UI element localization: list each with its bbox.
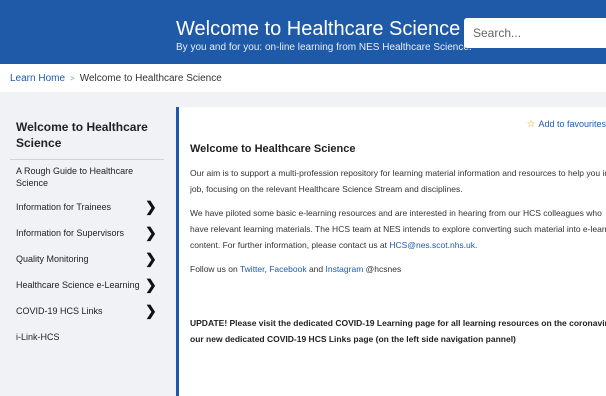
update-notice: UPDATE! Please visit the dedicated COVID…: [190, 315, 606, 347]
site-header: Welcome to Healthcare Science By you and…: [0, 0, 606, 64]
paragraph-line: We have piloted some basic e-learning re…: [190, 208, 602, 218]
sidebar-item-trainees[interactable]: Information for Trainees ❯: [10, 194, 164, 220]
paragraph-line: our new dedicated COVID-19 HCS Links pag…: [190, 334, 516, 344]
twitter-link[interactable]: Twitter: [240, 264, 265, 274]
period-text: .: [475, 240, 478, 250]
star-icon: ☆: [526, 119, 536, 130]
follow-paragraph: Follow us on Twitter, Facebook and Insta…: [190, 261, 401, 277]
chevron-right-icon[interactable]: ❯: [145, 277, 157, 294]
chevron-right-icon[interactable]: ❯: [145, 225, 157, 242]
search-placeholder: Search...: [473, 26, 522, 40]
paragraph-line: have relevant learning materials. The HC…: [190, 224, 606, 234]
site-subtitle: By you and for you: on-line learning fro…: [176, 42, 472, 53]
add-to-favourites-link[interactable]: ☆ Add to favourites: [526, 119, 606, 130]
contact-text: content. For further information, please…: [190, 240, 390, 250]
email-link[interactable]: HCS@nes.scot.nhs.uk: [389, 240, 475, 250]
main-content: ☆ Add to favourites Welcome to Healthcare…: [176, 107, 606, 396]
intro-paragraph: Our aim is to support a multi-profession…: [190, 165, 606, 197]
and-text: and: [306, 264, 326, 274]
breadcrumb-current: Welcome to Healthcare Science: [79, 73, 222, 84]
facebook-link[interactable]: Facebook: [269, 264, 306, 274]
sidebar-item-label: i-Link-HCS: [16, 332, 60, 342]
sidebar-item-label: A Rough Guide to Healthcare Science: [16, 166, 134, 188]
sidebar-item-label: Information for Supervisors: [16, 228, 125, 238]
sidebar-item-supervisors[interactable]: Information for Supervisors ❯: [10, 220, 164, 246]
sidebar-item-rough-guide[interactable]: A Rough Guide to Healthcare Science: [10, 160, 164, 194]
paragraph-line: job, focusing on the relevant Healthcare…: [190, 184, 463, 194]
search-input[interactable]: Search...: [464, 18, 606, 48]
breadcrumb-home-link[interactable]: Learn Home: [10, 73, 65, 84]
breadcrumb-separator: >: [70, 74, 75, 83]
sidebar-title[interactable]: Welcome to Healthcare Science: [10, 111, 164, 160]
sidebar-nav: Welcome to Healthcare Science A Rough Gu…: [10, 111, 164, 350]
site-title: Welcome to Healthcare Science: [176, 18, 461, 40]
instagram-link[interactable]: Instagram: [325, 264, 363, 274]
paragraph-line: UPDATE! Please visit the dedicated COVID…: [190, 318, 606, 328]
chevron-right-icon[interactable]: ❯: [145, 303, 157, 320]
sidebar-item-e-learning[interactable]: Healthcare Science e-Learning ❯: [10, 272, 164, 298]
breadcrumb: Learn Home > Welcome to Healthcare Science: [10, 73, 222, 84]
sidebar-item-covid-links[interactable]: COVID-19 HCS Links ❯: [10, 298, 164, 324]
sidebar-item-label: Healthcare Science e-Learning: [16, 280, 140, 290]
paragraph-line: content. For further information, please…: [190, 237, 606, 253]
chevron-right-icon[interactable]: ❯: [145, 199, 157, 216]
sidebar-item-label: Quality Monitoring: [16, 254, 89, 264]
follow-text: Follow us on: [190, 264, 240, 274]
sidebar-item-label: COVID-19 HCS Links: [16, 306, 103, 316]
page-title: Welcome to Healthcare Science: [190, 143, 356, 155]
favourites-label: Add to favourites: [538, 119, 606, 129]
sidebar-item-quality-monitoring[interactable]: Quality Monitoring ❯: [10, 246, 164, 272]
pilot-paragraph: We have piloted some basic e-learning re…: [190, 205, 606, 253]
sidebar-item-label: Information for Trainees: [16, 202, 112, 212]
sidebar-item-i-link-hcs[interactable]: i-Link-HCS: [10, 324, 164, 350]
chevron-right-icon[interactable]: ❯: [145, 251, 157, 268]
paragraph-line: Our aim is to support a multi-profession…: [190, 168, 606, 178]
handle-text: @hcsnes: [363, 264, 402, 274]
